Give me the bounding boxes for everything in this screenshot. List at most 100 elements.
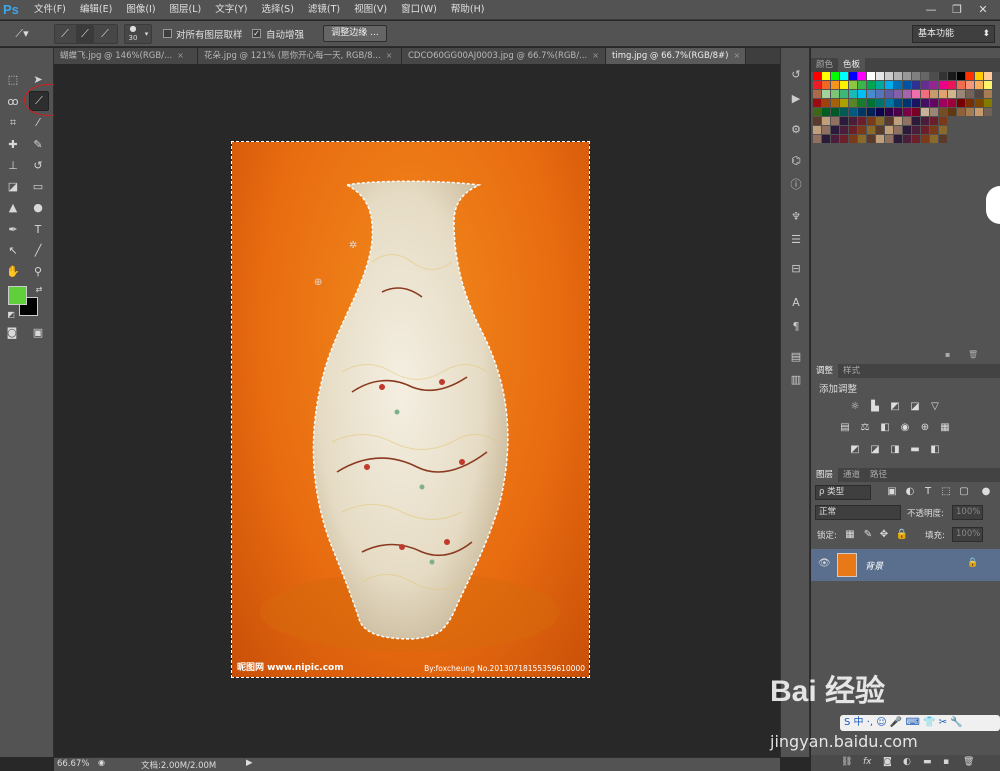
color-swatch[interactable] (822, 99, 830, 107)
color-swatch[interactable] (903, 99, 911, 107)
menu-window[interactable]: 窗口(W) (394, 0, 444, 20)
color-swatch[interactable] (912, 135, 920, 143)
color-swatch[interactable] (849, 81, 857, 89)
color-swatch[interactable] (984, 108, 992, 116)
status-info-icon[interactable]: ◉ (98, 758, 105, 767)
filter-smart-icon[interactable]: ▢ (957, 485, 971, 499)
color-swatch[interactable] (831, 99, 839, 107)
zoom-tool-icon[interactable]: ⚲ (29, 263, 47, 281)
document-image[interactable]: 昵图网 www.nipic.com By:foxcheung No.201307… (231, 141, 590, 678)
tab-styles[interactable]: 样式 (838, 364, 865, 378)
sample-all-layers-checkbox[interactable] (163, 29, 172, 38)
color-swatch[interactable] (831, 117, 839, 125)
color-swatch[interactable] (939, 126, 947, 134)
color-swatch[interactable] (822, 72, 830, 80)
notes-panel-icon[interactable]: ▤ (787, 348, 805, 366)
character-panel-icon[interactable]: A (787, 294, 805, 312)
color-swatch[interactable] (921, 135, 929, 143)
hand-tool-icon[interactable]: ✋ (4, 263, 22, 281)
new-selection-icon[interactable]: ⟋ (56, 25, 74, 43)
color-swatch[interactable] (903, 90, 911, 98)
color-swatch[interactable] (921, 99, 929, 107)
color-swatch[interactable] (912, 108, 920, 116)
color-swatch[interactable] (822, 135, 830, 143)
color-swatch[interactable] (867, 108, 875, 116)
color-swatch[interactable] (885, 108, 893, 116)
color-swatch[interactable] (921, 90, 929, 98)
color-swatch[interactable] (912, 90, 920, 98)
color-swatch[interactable] (813, 72, 821, 80)
gradient-tool-icon[interactable]: ▭ (29, 178, 47, 196)
color-swatch[interactable] (858, 117, 866, 125)
color-swatch[interactable] (930, 90, 938, 98)
color-swatch[interactable] (876, 135, 884, 143)
color-swatch[interactable] (984, 99, 992, 107)
color-swatch[interactable] (930, 126, 938, 134)
layer-comps-icon[interactable]: ⊟ (787, 260, 805, 278)
healing-brush-icon[interactable]: ✚ (4, 136, 22, 154)
selective-color-icon[interactable]: ◧ (928, 443, 942, 457)
layer-filter-kind[interactable]: ρ 类型 (815, 485, 871, 500)
color-swatch[interactable] (867, 99, 875, 107)
properties-panel-icon[interactable]: ☰ (787, 231, 805, 249)
tab-color[interactable]: 颜色 (811, 58, 838, 72)
color-swatch[interactable] (903, 117, 911, 125)
color-swatch[interactable] (876, 108, 884, 116)
info-panel-icon[interactable]: ⓘ (787, 176, 805, 194)
tool-preset-picker-icon[interactable]: ⟋▾ (8, 25, 36, 43)
color-swatch[interactable] (912, 72, 920, 80)
blur-tool-icon[interactable]: ▲ (4, 199, 22, 217)
screen-mode-icon[interactable]: ▣ (29, 324, 47, 342)
color-swatch[interactable] (876, 72, 884, 80)
color-swatch[interactable] (849, 72, 857, 80)
eyedropper-tool-icon[interactable]: ⁄ (29, 114, 47, 132)
color-swatch[interactable] (831, 81, 839, 89)
subtract-from-selection-icon[interactable]: ⟋ (96, 25, 114, 43)
exposure-icon[interactable]: ◪ (908, 400, 922, 414)
color-swatch[interactable] (894, 108, 902, 116)
close-icon[interactable]: × (177, 48, 184, 64)
color-swatch[interactable] (813, 99, 821, 107)
gradient-map-icon[interactable]: ▬ (908, 443, 922, 457)
color-swatch[interactable] (885, 90, 893, 98)
restore-button[interactable]: ❐ (944, 0, 970, 20)
color-swatch[interactable] (822, 126, 830, 134)
chevron-down-icon[interactable]: ▾ (142, 25, 151, 43)
color-swatch[interactable] (948, 108, 956, 116)
posterize-icon[interactable]: ◪ (868, 443, 882, 457)
color-swatch[interactable] (885, 72, 893, 80)
color-swatch[interactable] (867, 90, 875, 98)
color-swatch[interactable] (930, 135, 938, 143)
color-swatch[interactable] (840, 126, 848, 134)
actions-panel-icon[interactable]: ▶ (787, 90, 805, 108)
refine-edge-button[interactable]: 调整边缘 ... (323, 25, 387, 42)
close-button[interactable]: ✕ (970, 0, 996, 20)
color-swatch[interactable] (849, 126, 857, 134)
color-swatch[interactable] (966, 90, 974, 98)
layer-name[interactable]: 背景 (865, 559, 883, 572)
lock-transparent-icon[interactable]: ▦ (843, 528, 857, 542)
color-swatch[interactable] (849, 117, 857, 125)
paragraph-panel-icon[interactable]: ¶ (787, 318, 805, 336)
color-swatch[interactable] (849, 135, 857, 143)
color-swatch[interactable] (849, 99, 857, 107)
color-swatch[interactable] (912, 117, 920, 125)
color-swatch[interactable] (948, 81, 956, 89)
color-swatch[interactable] (813, 117, 821, 125)
opacity-field[interactable]: 100% (952, 505, 983, 520)
channel-mixer-icon[interactable]: ⊕ (918, 421, 932, 435)
color-swatch[interactable] (957, 108, 965, 116)
workspace-select[interactable]: 基本功能 ⬍ (912, 25, 995, 43)
foreground-color-swatch[interactable] (8, 286, 27, 305)
color-swatch[interactable] (930, 99, 938, 107)
color-swatch[interactable] (930, 72, 938, 80)
color-swatch[interactable] (894, 72, 902, 80)
brush-panel-icon[interactable]: ♆ (787, 208, 805, 226)
color-swatch[interactable] (876, 117, 884, 125)
tab-channels[interactable]: 通道 (838, 468, 865, 482)
lock-image-icon[interactable]: ✎ (861, 528, 875, 542)
side-widget[interactable] (986, 186, 1000, 224)
pen-tool-icon[interactable]: ✒ (4, 221, 22, 239)
color-swatch[interactable] (831, 135, 839, 143)
color-swatch[interactable] (894, 99, 902, 107)
